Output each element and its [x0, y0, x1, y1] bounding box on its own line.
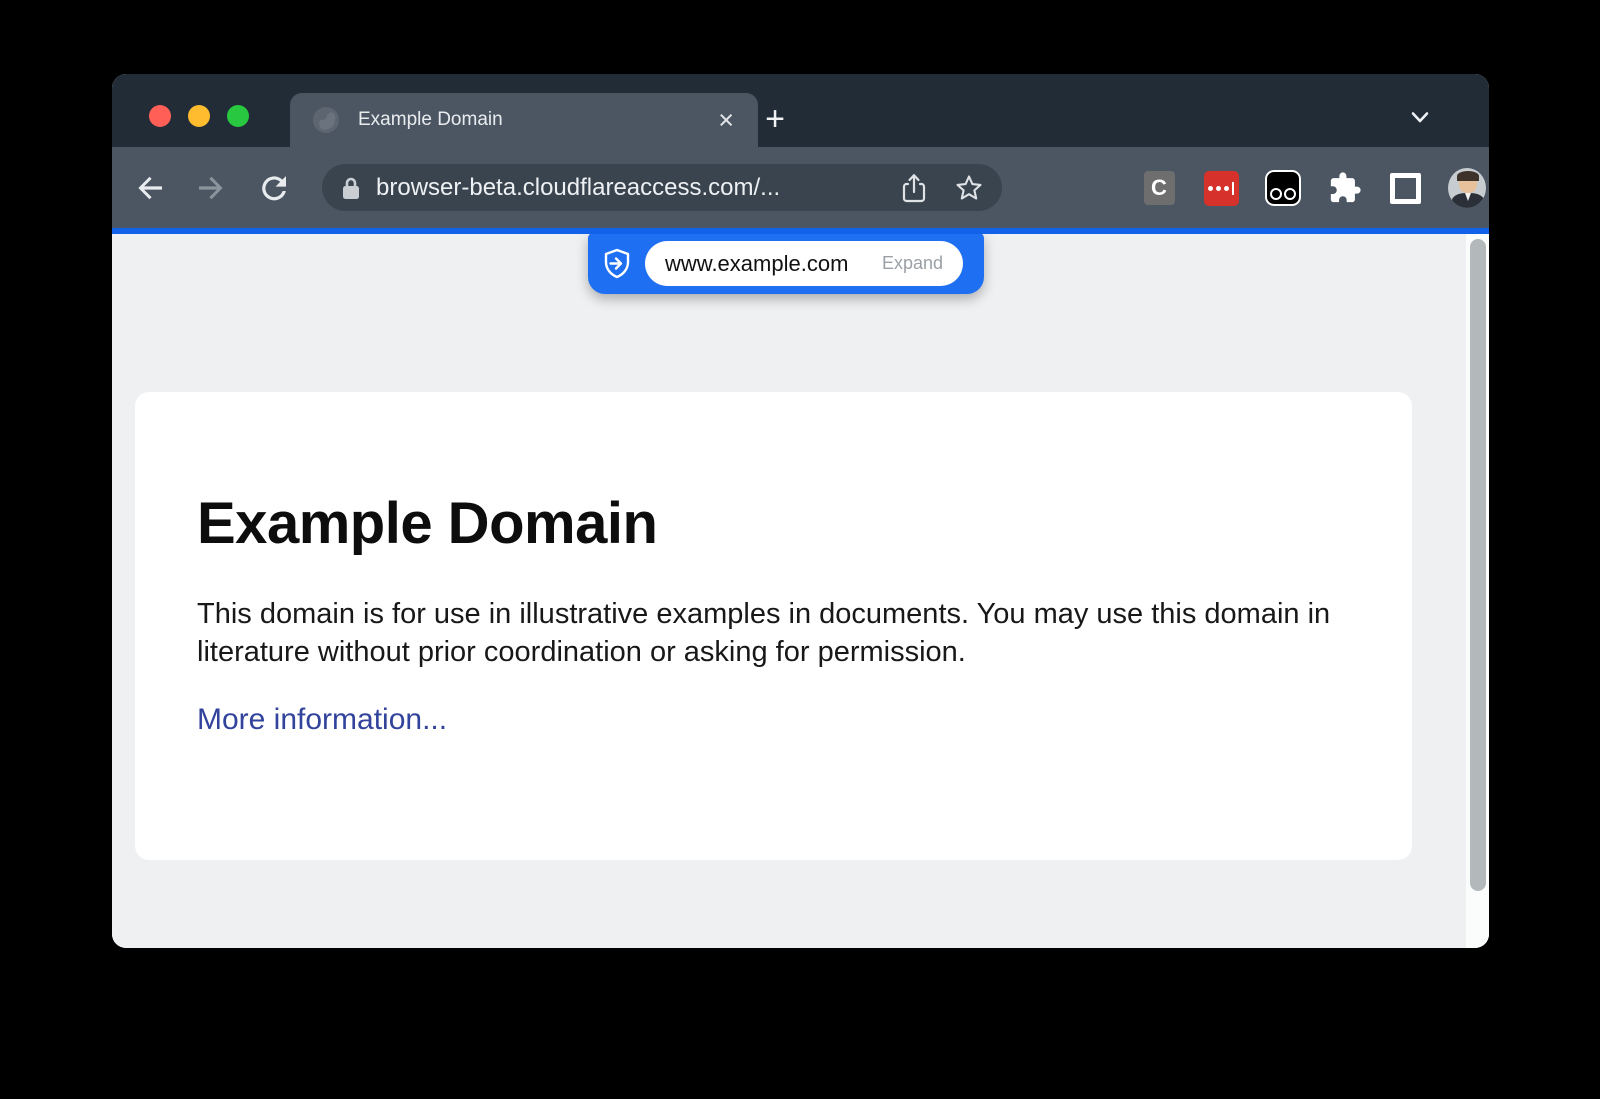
- back-button[interactable]: [133, 171, 167, 205]
- address-bar[interactable]: browser-beta.cloudflareaccess.com/...: [322, 164, 1002, 211]
- globe-icon: [312, 106, 340, 134]
- tab-strip: Example Domain × +: [112, 74, 1489, 147]
- page-viewport: www.example.com Expand Example Domain Th…: [112, 234, 1489, 948]
- goggles-extension-icon[interactable]: [1264, 169, 1302, 207]
- chevron-down-icon[interactable]: [1407, 104, 1433, 130]
- page-body-text: This domain is for use in illustrative e…: [197, 595, 1342, 671]
- cloudflare-shield-icon: [602, 248, 632, 280]
- profile-avatar[interactable]: [1448, 169, 1486, 207]
- traffic-lights: [149, 105, 249, 127]
- browser-tab[interactable]: Example Domain ×: [290, 93, 758, 147]
- window-close-button[interactable]: [149, 105, 171, 127]
- reload-button[interactable]: [257, 171, 291, 205]
- tab-close-button[interactable]: ×: [716, 107, 736, 134]
- forward-button[interactable]: [194, 171, 228, 205]
- lastpass-icon[interactable]: [1202, 169, 1240, 207]
- url-text[interactable]: browser-beta.cloudflareaccess.com/...: [376, 174, 900, 202]
- new-tab-button[interactable]: +: [755, 100, 795, 140]
- browser-window: Example Domain × +: [112, 74, 1489, 948]
- isolation-url-pill[interactable]: www.example.com Expand: [588, 234, 984, 294]
- browser-toolbar: browser-beta.cloudflareaccess.com/... C: [112, 147, 1489, 228]
- expand-button[interactable]: Expand: [882, 253, 943, 274]
- desktop-background: Example Domain × +: [0, 0, 1600, 1099]
- example-domain-card: Example Domain This domain is for use in…: [135, 392, 1412, 860]
- c-extension-icon[interactable]: C: [1140, 169, 1178, 207]
- window-zoom-button[interactable]: [227, 105, 249, 127]
- isolated-domain-text: www.example.com: [665, 251, 882, 277]
- bookmark-star-icon[interactable]: [954, 173, 984, 203]
- extensions-puzzle-icon[interactable]: [1326, 169, 1364, 207]
- share-icon[interactable]: [900, 172, 928, 204]
- lock-icon: [340, 175, 362, 201]
- scrollbar-track[interactable]: [1466, 234, 1489, 948]
- side-panel-icon[interactable]: [1386, 169, 1424, 207]
- more-information-link[interactable]: More information...: [197, 703, 447, 737]
- scrollbar-thumb[interactable]: [1470, 239, 1486, 891]
- tab-title: Example Domain: [358, 109, 716, 131]
- window-minimize-button[interactable]: [188, 105, 210, 127]
- isolation-domain-pill[interactable]: www.example.com Expand: [645, 241, 963, 286]
- page-title: Example Domain: [197, 490, 1342, 557]
